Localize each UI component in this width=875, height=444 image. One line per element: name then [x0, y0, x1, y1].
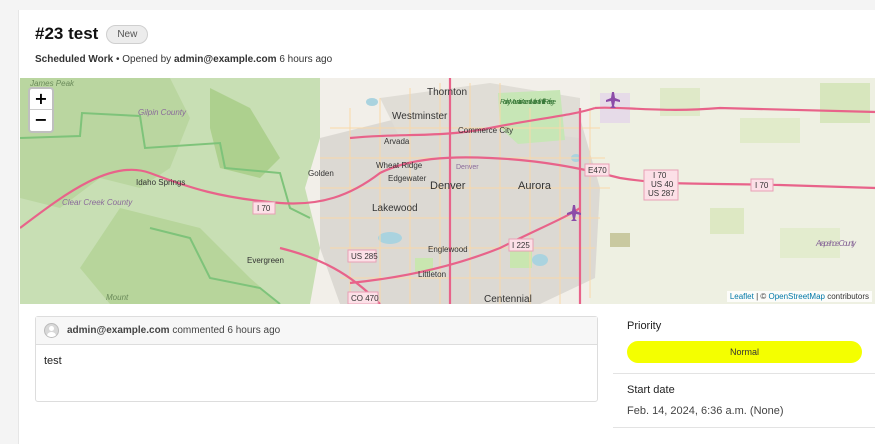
avatar — [44, 323, 59, 338]
label-aurora: Aurora — [518, 180, 552, 192]
shield-co470: CO 470 — [351, 294, 379, 303]
label-thornton: Thornton — [427, 87, 467, 98]
label-evergreen: Evergreen — [247, 256, 284, 265]
opened-by-prefix: • Opened by — [115, 54, 172, 65]
comment-ago: 6 hours ago — [227, 325, 281, 336]
issue-sidebar: Priority Normal Start date Feb. 14, 2024… — [613, 310, 875, 428]
label-denver-small: Denver — [456, 164, 479, 171]
label-centennial: Centennial — [484, 294, 532, 304]
shield-i225: I 225 — [512, 241, 530, 250]
label-lakewood: Lakewood — [372, 203, 418, 214]
label-gilpin: Gilpin County — [138, 108, 187, 117]
label-arvada: Arvada — [384, 137, 410, 146]
comment-header: admin@example.com commented 6 hours ago — [36, 317, 597, 345]
start-date-label: Start date — [627, 384, 675, 396]
label-clear-creek: Clear Creek County — [62, 198, 133, 207]
shield-i70-mid-1: I 70 — [653, 171, 667, 180]
shield-i70-west: I 70 — [257, 204, 271, 213]
shield-i70-mid-2: US 40 — [651, 180, 674, 189]
comment-author: admin@example.com — [67, 325, 170, 336]
work-type: Scheduled Work — [35, 54, 114, 65]
issue-meta: Scheduled Work • Opened by admin@example… — [35, 54, 332, 65]
shield-us285: US 285 — [351, 252, 378, 261]
label-mount: Mount — [106, 293, 129, 302]
label-edgewater: Edgewater — [388, 174, 427, 183]
map-attribution: Leaflet | © OpenStreetMap contributors — [726, 291, 872, 302]
shield-e470: E470 — [588, 166, 607, 175]
label-wheat-ridge: Wheat Ridge — [376, 161, 423, 170]
label-westminster: Westminster — [392, 111, 448, 122]
label-arsenal: Rocky Mountain Arsenal National Wildlife… — [500, 99, 556, 106]
label-littleton: Littleton — [418, 270, 446, 279]
comment-action: commented — [172, 325, 225, 336]
opened-ago: 6 hours ago — [279, 54, 333, 65]
comment-card: admin@example.com commented 6 hours ago … — [35, 316, 598, 402]
shield-i70-mid-3: US 287 — [648, 189, 675, 198]
issue-header: #23 test New Scheduled Work • Opened by … — [35, 24, 332, 65]
location-map[interactable]: I 70 I 70 US 40 US 287 I 70 E470 I 225 U… — [20, 78, 875, 304]
issue-page: #23 test New Scheduled Work • Opened by … — [18, 10, 875, 444]
osm-link[interactable]: OpenStreetMap — [768, 292, 824, 301]
start-date-section: Start date Feb. 14, 2024, 6:36 a.m. (Non… — [613, 374, 875, 428]
priority-label: Priority — [627, 320, 662, 332]
issue-title: #23 test — [35, 24, 99, 43]
priority-pill[interactable]: Normal — [627, 341, 862, 363]
attribution-suffix: contributors — [824, 292, 869, 301]
label-commerce-city: Commerce City — [458, 126, 513, 135]
attribution-separator: | © — [753, 292, 769, 301]
map-tiles[interactable]: I 70 I 70 US 40 US 287 I 70 E470 I 225 U… — [20, 78, 875, 304]
leaflet-link[interactable]: Leaflet — [730, 292, 754, 301]
status-badge: New — [106, 24, 149, 44]
shield-i70-east: I 70 — [755, 181, 769, 190]
priority-section: Priority Normal — [613, 310, 875, 374]
label-denver: Denver — [430, 180, 466, 192]
label-arapahoe: Arapahoe County — [815, 239, 857, 248]
zoom-out-button[interactable]: − — [30, 110, 52, 131]
zoom-in-button[interactable]: + — [30, 89, 52, 110]
opened-by-user: admin@example.com — [173, 54, 277, 65]
label-idaho-springs: Idaho Springs — [136, 178, 185, 187]
label-golden: Golden — [308, 169, 334, 178]
start-date-value: Feb. 14, 2024, 6:36 a.m. (None) — [627, 405, 784, 417]
label-englewood: Englewood — [428, 245, 468, 254]
comment-body: test — [44, 355, 62, 367]
map-zoom-control: + − — [28, 87, 54, 133]
